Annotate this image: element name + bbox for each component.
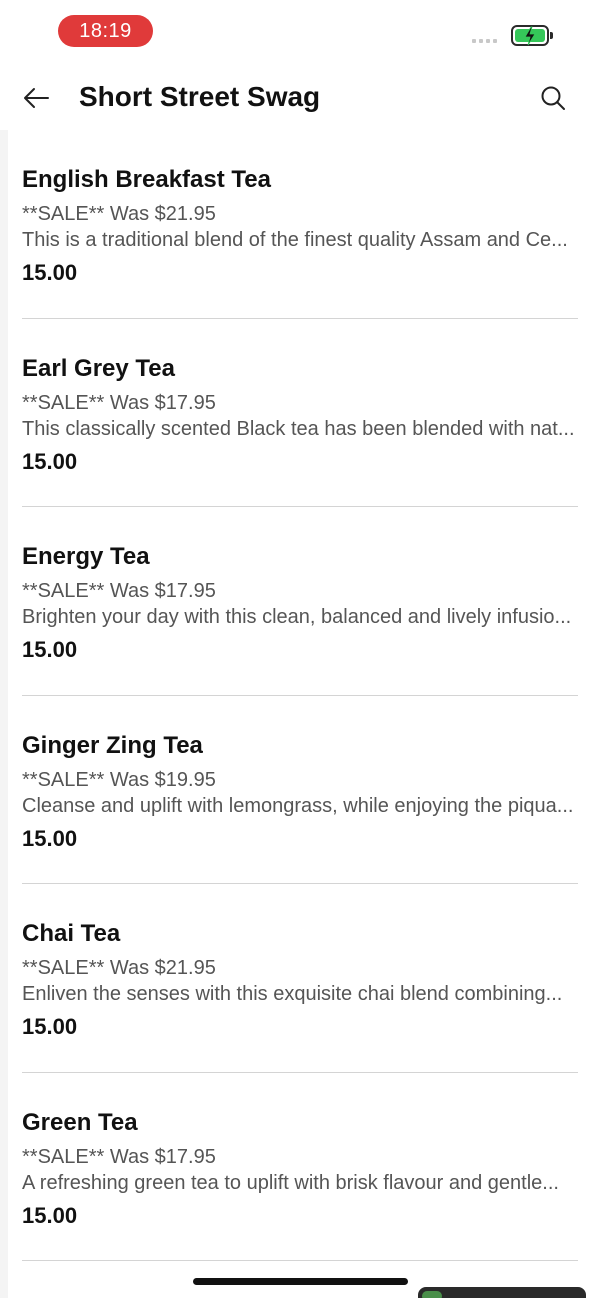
product-sale-text: **SALE** Was $21.95	[22, 957, 216, 979]
product-price: 15.00	[22, 448, 78, 474]
product-name: Earl Grey Tea	[22, 354, 175, 382]
product-name: Green Tea	[22, 1108, 138, 1136]
product-description: A refreshing green tea to uplift with br…	[22, 1171, 559, 1194]
product-description: Enliven the senses with this exquisite c…	[22, 983, 563, 1005]
product-description: Brighten your day with this clean, balan…	[22, 606, 572, 628]
product-name: Energy Tea	[22, 543, 150, 570]
product-name: Chai Tea	[22, 920, 121, 947]
product-price: 15.00	[22, 825, 78, 851]
product-price: 15.00	[22, 260, 78, 285]
product-item-earl-grey[interactable]: Earl Grey Tea **SALE** Was $17.95 This c…	[0, 319, 600, 507]
product-description: This classically scented Black tea has b…	[22, 417, 575, 440]
search-button[interactable]	[537, 82, 569, 114]
home-indicator[interactable]	[193, 1278, 408, 1285]
product-price: 15.00	[22, 1014, 78, 1039]
product-description: This is a traditional blend of the fines…	[22, 229, 568, 251]
floating-thumbnail[interactable]	[418, 1287, 586, 1298]
product-sale-text: **SALE** Was $19.95	[22, 768, 216, 791]
back-button[interactable]	[20, 82, 52, 114]
product-item-chai[interactable]: Chai Tea **SALE** Was $21.95 Enliven the…	[0, 884, 600, 1073]
signal-icon	[472, 39, 497, 43]
search-icon	[541, 86, 565, 110]
product-price: 15.00	[22, 637, 78, 662]
product-item-energy[interactable]: Energy Tea **SALE** Was $17.95 Brighten …	[0, 507, 600, 696]
product-description: Cleanse and uplift with lemongrass, whil…	[22, 794, 574, 817]
product-sale-text: **SALE** Was $17.95	[22, 1145, 216, 1168]
product-name: Ginger Zing Tea	[22, 731, 203, 759]
product-sale-text: **SALE** Was $21.95	[22, 203, 216, 225]
divider	[22, 1260, 578, 1261]
product-sale-text: **SALE** Was $17.95	[22, 580, 216, 602]
product-sale-text: **SALE** Was $17.95	[22, 391, 216, 414]
battery-charging-icon	[511, 25, 553, 46]
arrow-left-icon	[24, 88, 49, 108]
product-item-green[interactable]: Green Tea **SALE** Was $17.95 A refreshi…	[0, 1073, 600, 1261]
product-name: English Breakfast Tea	[22, 166, 271, 193]
page-title: Short Street Swag	[79, 81, 321, 112]
product-item-english-breakfast[interactable]: English Breakfast Tea **SALE** Was $21.9…	[0, 130, 600, 319]
app-bar: Short Street Swag	[0, 62, 600, 132]
status-time: 18:19	[58, 15, 153, 47]
status-bar: 18:19	[0, 0, 600, 62]
product-item-ginger-zing[interactable]: Ginger Zing Tea **SALE** Was $19.95 Clea…	[0, 696, 600, 884]
product-price: 15.00	[22, 1202, 78, 1228]
product-list: English Breakfast Tea **SALE** Was $21.9…	[0, 130, 600, 1261]
